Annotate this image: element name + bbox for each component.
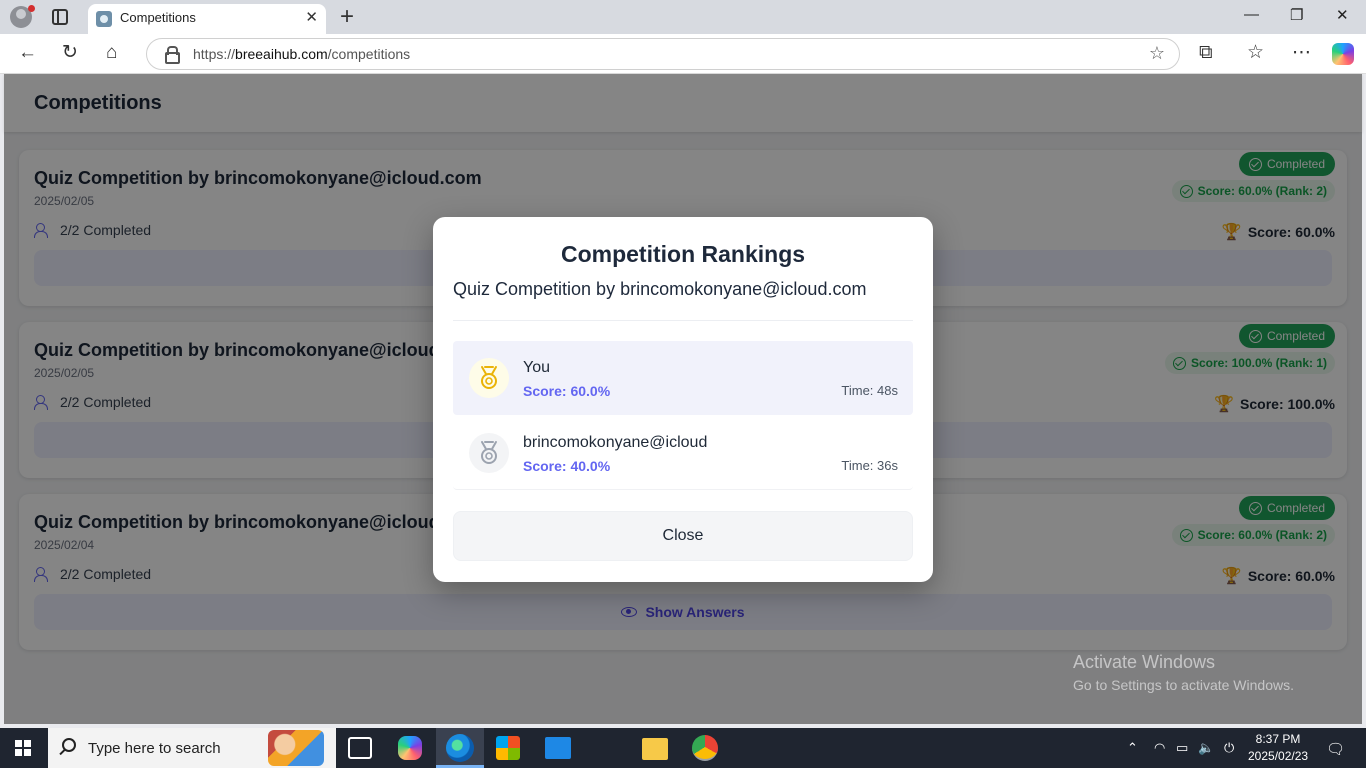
store-icon[interactable] (496, 736, 520, 760)
browser-tab-competitions[interactable]: Competitions ✕ (88, 4, 326, 34)
copilot-taskbar-icon[interactable] (398, 736, 422, 760)
clock-date: 2025/02/23 (1248, 749, 1309, 763)
task-view-icon[interactable] (348, 737, 372, 759)
show-hidden-icons-icon[interactable]: ⌃ (1127, 740, 1138, 756)
lock-icon[interactable] (165, 46, 180, 64)
clock-time: 8:37 PM (1255, 732, 1301, 746)
tab-title: Competitions (120, 10, 196, 25)
address-bar[interactable]: https://breeaihub.com/competitions ☆ (146, 38, 1180, 70)
url-text[interactable]: https://breeaihub.com/competitions (193, 46, 410, 62)
new-tab-icon[interactable]: + (340, 3, 354, 31)
search-highlight-image (268, 730, 324, 766)
copilot-icon[interactable] (1332, 43, 1354, 65)
rankings-modal: Competition Rankings Quiz Competition by… (433, 217, 933, 582)
ranking-time: Time: 36s (841, 458, 898, 473)
network-icon[interactable]: ▭ (1176, 740, 1188, 756)
ranking-score: Score: 60.0% (523, 383, 611, 399)
tab-close-icon[interactable]: ✕ (305, 8, 318, 26)
minimize-icon[interactable]: — (1244, 6, 1259, 23)
browser-tab-strip: Competitions ✕ + — ❐ ✕ (0, 0, 1366, 34)
ranking-row: You Score: 60.0% Time: 48s (453, 341, 913, 415)
ranking-score: Score: 40.0% (523, 458, 611, 474)
more-options-icon[interactable]: ⋯ (1292, 42, 1311, 64)
activation-watermark: Activate Windows Go to Settings to activ… (1073, 652, 1294, 693)
home-icon[interactable]: ⌂ (106, 42, 117, 64)
close-button[interactable]: Close (453, 511, 913, 561)
restore-icon[interactable]: ❐ (1290, 6, 1303, 24)
ranking-name: You (523, 359, 550, 376)
control-panel-icon[interactable] (545, 737, 571, 759)
volume-icon[interactable]: 🔈 (1198, 740, 1214, 756)
notifications-icon[interactable]: 🗨 (1326, 740, 1345, 758)
modal-title: Competition Rankings (560, 241, 806, 267)
ranking-name: brincomokonyane@icloud (523, 434, 708, 451)
favorites-icon[interactable]: ☆ (1247, 42, 1264, 64)
browser-toolbar: ← ↻ ⌂ https://breeaihub.com/competitions… (0, 34, 1366, 74)
windows-taskbar: Type here to search ⌃ ◠ ▭ 🔈 ⏻ 8:37 PM 20… (0, 728, 1366, 768)
refresh-icon[interactable]: ↻ (62, 42, 78, 64)
silver-medal-icon (469, 433, 509, 473)
site-favicon-icon (96, 11, 112, 27)
ranking-time: Time: 48s (841, 383, 898, 398)
edge-browser-icon[interactable] (446, 734, 474, 762)
taskbar-clock[interactable]: 8:37 PM 2025/02/23 (1248, 731, 1308, 765)
modal-subtitle: Quiz Competition by brincomokonyane@iclo… (453, 279, 867, 299)
window-close-icon[interactable]: ✕ (1336, 6, 1349, 24)
notification-dot-icon (28, 5, 35, 12)
gold-medal-icon (469, 358, 509, 398)
taskbar-search-box[interactable]: Type here to search (48, 728, 336, 768)
back-arrow-icon[interactable]: ← (18, 42, 37, 64)
ranking-row: brincomokonyane@icloud Score: 40.0% Time… (453, 416, 913, 490)
favorite-star-icon[interactable]: ☆ (1149, 43, 1165, 64)
extensions-icon[interactable]: ⧉ (1199, 42, 1213, 64)
taskbar-search-placeholder: Type here to search (88, 740, 221, 757)
windows-start-icon[interactable] (15, 740, 31, 756)
search-icon (62, 738, 76, 752)
wifi-icon[interactable]: ◠ (1154, 740, 1165, 756)
watermark-title: Activate Windows (1073, 652, 1216, 672)
power-icon[interactable]: ⏻ (1224, 740, 1234, 756)
tab-actions-icon[interactable] (52, 9, 68, 25)
file-explorer-icon[interactable] (642, 738, 668, 760)
modal-divider (453, 320, 913, 321)
chrome-icon[interactable] (692, 735, 718, 761)
watermark-subtitle: Go to Settings to activate Windows. (1073, 677, 1294, 693)
